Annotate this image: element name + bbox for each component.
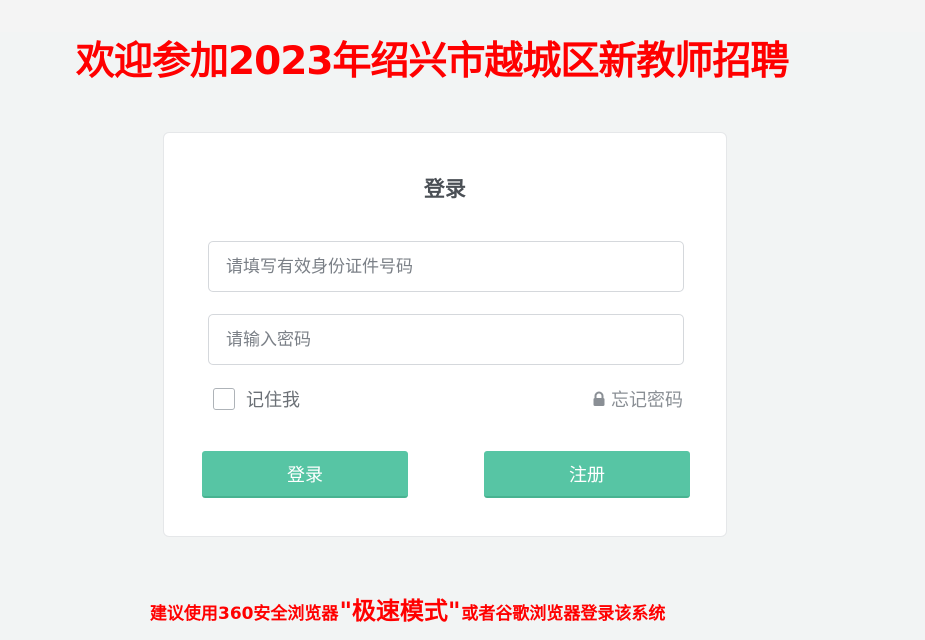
register-button[interactable]: 注册 xyxy=(484,451,690,498)
browser-tip: 建议使用360安全浏览器 "极速模式" 或者谷歌浏览器登录该系统 xyxy=(150,591,666,627)
forgot-password-link[interactable]: 忘记密码 xyxy=(592,387,683,411)
browser-tip-text: 建议使用360安全浏览器 xyxy=(150,604,339,624)
login-title: 登录 xyxy=(424,177,466,201)
lock-icon xyxy=(592,391,606,407)
password-input[interactable] xyxy=(208,314,684,365)
top-strip xyxy=(0,0,925,32)
remember-checkbox[interactable] xyxy=(213,388,235,410)
login-button[interactable]: 登录 xyxy=(202,451,408,498)
remember-label: 记住我 xyxy=(246,390,300,411)
remember-me[interactable]: 记住我 xyxy=(213,387,300,411)
welcome-title: 欢迎参加2023年绍兴市越城区新教师招聘 xyxy=(76,39,790,84)
forgot-password-label: 忘记密码 xyxy=(611,390,683,411)
browser-tip-emphasis: "极速模式" xyxy=(339,597,461,625)
login-card: 登录 记住我 忘记密码 登录 注册 xyxy=(163,132,727,537)
id-number-input[interactable] xyxy=(208,241,684,292)
browser-tip-text-end: 或者谷歌浏览器登录该系统 xyxy=(461,604,666,624)
